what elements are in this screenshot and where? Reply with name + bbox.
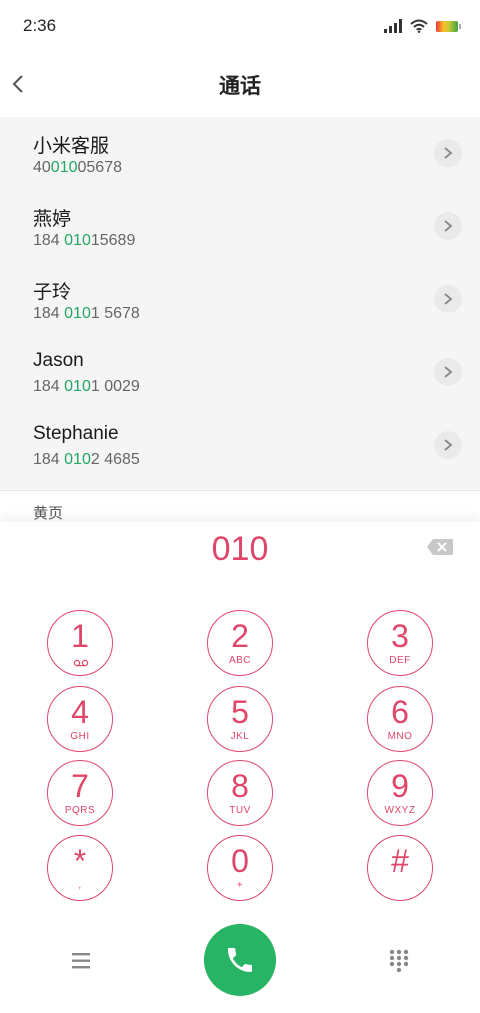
contact-detail-button[interactable] [434,358,462,386]
backspace-button[interactable] [426,538,454,556]
key-8[interactable]: 8 TUV [207,760,273,826]
contact-name: 燕婷 [33,209,72,230]
number-match: 010 [64,232,91,249]
contact-number: 184 01015689 [33,232,136,249]
chevron-right-icon [444,366,453,378]
keypad-toggle-button[interactable] [387,948,411,974]
contact-number: 184 0101 5678 [33,305,140,322]
chevron-right-icon [444,147,453,159]
contact-name: 子玲 [33,282,72,303]
status-time: 2:36 [23,16,57,35]
contact-number: 184 0102 4685 [33,451,140,468]
key-6[interactable]: 6 MNO [367,686,433,752]
chevron-right-icon [444,220,453,232]
number-match: 010 [64,451,91,468]
key-1[interactable]: 1 [47,610,113,676]
contact-name: Jason [33,350,84,371]
chevron-right-icon [444,293,453,305]
status-bar: 2:36 [0,0,480,52]
contact-number: 4001005678 [33,159,122,176]
contact-row[interactable]: 小米客服 4001005678 [0,117,480,190]
page-title: 通话 [219,75,261,98]
contact-row[interactable]: Jason 184 0101 0029 [0,336,480,409]
key-3[interactable]: 3 DEF [367,610,433,676]
contact-detail-button[interactable] [434,212,462,240]
signal-icon [384,19,402,33]
yellow-pages-section[interactable]: 黄页 [0,490,480,523]
section-label: 黄页 [33,505,64,522]
contact-name: Stephanie [33,423,119,444]
keypad-icon [389,949,409,973]
dialer-panel: 010 1 2 ABC 3 DEF 4 GHI 5 JKL 6 MNO 7 PQ… [0,522,480,1013]
contact-row[interactable]: Stephanie 184 0102 4685 [0,409,480,482]
key-star[interactable]: * , [47,835,113,901]
call-button[interactable] [204,924,276,996]
key-7[interactable]: 7 PQRS [47,760,113,826]
contact-row[interactable]: 燕婷 184 01015689 [0,190,480,263]
menu-button[interactable] [68,950,94,972]
key-0[interactable]: 0 + [207,835,273,901]
key-5[interactable]: 5 JKL [207,686,273,752]
menu-icon [72,953,90,969]
phone-icon [228,948,252,972]
key-2[interactable]: 2 ABC [207,610,273,676]
key-9[interactable]: 9 WXYZ [367,760,433,826]
contact-detail-button[interactable] [434,431,462,459]
contact-detail-button[interactable] [434,285,462,313]
contact-name: 小米客服 [33,136,110,157]
voicemail-icon [73,659,89,667]
contact-results-list: 小米客服 4001005678 燕婷 184 01015689 子玲 184 0… [0,117,480,490]
contact-number: 184 0101 0029 [33,378,140,395]
number-match: 010 [50,159,78,176]
contact-detail-button[interactable] [434,139,462,167]
status-icons [384,18,461,34]
app-bar: 通话 [0,52,480,116]
key-hash[interactable]: # [367,835,433,901]
dialed-number: 010 [211,530,269,568]
number-match: 010 [64,305,91,322]
key-4[interactable]: 4 GHI [47,686,113,752]
contact-row[interactable]: 子玲 184 0101 5678 [0,263,480,336]
wifi-icon [410,19,428,33]
backspace-icon [427,539,453,555]
number-match: 010 [64,378,91,395]
battery-icon [436,20,461,32]
chevron-right-icon [444,439,453,451]
